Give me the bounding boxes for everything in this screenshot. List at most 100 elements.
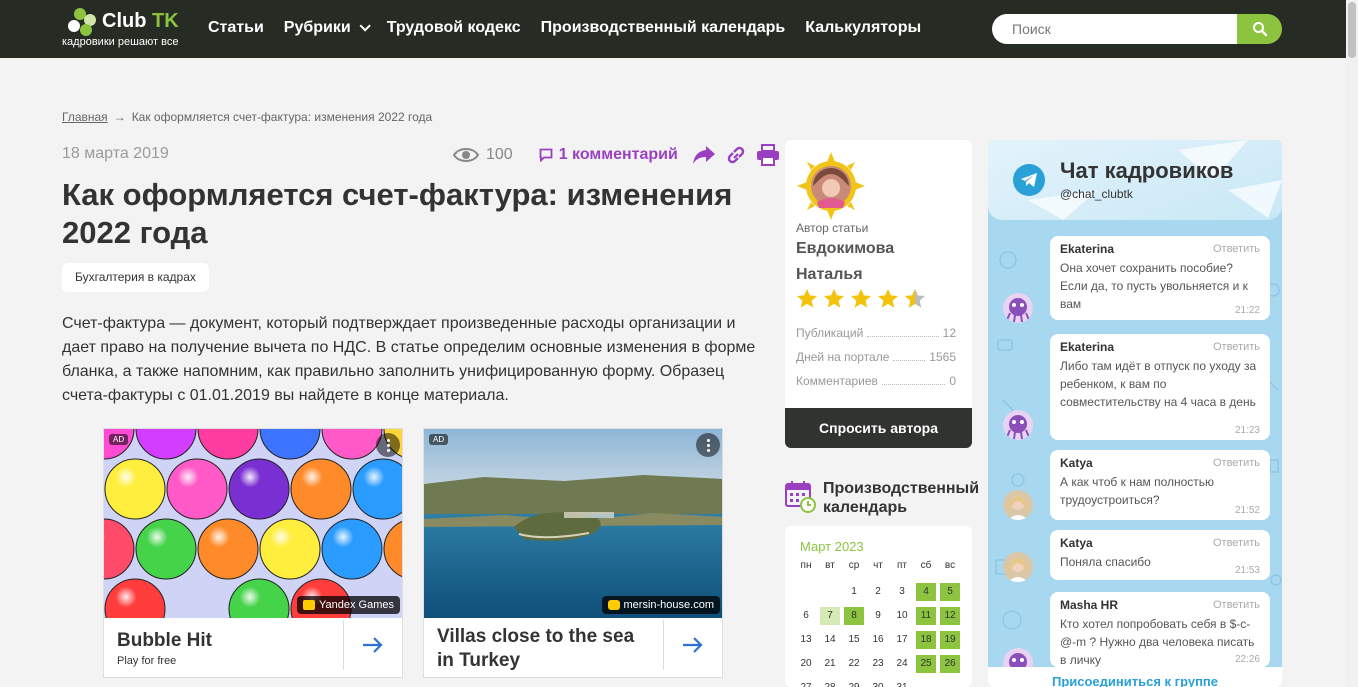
star-icon [797,289,817,308]
chat-title: Чат кадровиков [1060,158,1234,183]
calendar-day[interactable]: 13 [796,631,816,649]
ad-card-bubble-hit[interactable]: AD Yandex Games Bubble Hit Play for free [103,428,403,678]
calendar-day[interactable]: 27 [796,679,816,687]
calendar-day[interactable]: 21 [820,655,840,673]
telegram-chat-widget: Чат кадровиков @chat_clubtk Ekaterina От… [988,140,1282,687]
calendar-day[interactable]: 28 [820,679,840,687]
search-input[interactable] [992,14,1238,44]
calendar-day[interactable]: 3 [892,583,912,601]
author-card: Автор статьи Евдокимова Наталья Публикац… [785,140,972,448]
ad-subtitle: Play for free [117,655,177,667]
breadcrumb-home-link[interactable]: Главная [62,110,108,124]
calendar-weekday: ср [848,560,860,571]
calendar-day[interactable]: 20 [796,655,816,673]
site-logo[interactable]: Club TK кадровики решают все [62,6,192,52]
nav-calculators[interactable]: Калькуляторы [805,19,921,37]
breadcrumb-arrow: → [113,110,126,124]
calendar-day[interactable]: 10 [892,607,912,625]
nav-articles[interactable]: Статьи [208,19,264,37]
reply-link[interactable]: Ответить [1213,457,1260,469]
calendar-day[interactable]: 31 [892,679,912,687]
search-icon [1252,22,1267,37]
reply-link[interactable]: Ответить [1213,243,1260,255]
ask-author-button[interactable]: Спросить автора [785,408,972,448]
calendar-day[interactable]: 11 [916,607,936,625]
logo-tagline: кадровики решают все [62,36,179,48]
article-meta: 100 1 комментарий [452,142,780,168]
calendar-day[interactable]: 4 [916,583,936,601]
calendar-day[interactable]: 26 [940,655,960,673]
breadcrumb: Главная → Как оформляется счет-фактура: из… [62,110,432,124]
reply-link[interactable]: Ответить [1213,341,1260,353]
scrollbar-thumb[interactable] [1348,2,1356,58]
chat-header[interactable]: Чат кадровиков @chat_clubtk [988,140,1282,220]
calendar-weekday: сб [920,560,932,571]
chat-message-time: 21:52 [1234,505,1260,516]
calendar-heading: Производственный календарь [785,478,979,518]
ad-source: Yandex Games [296,596,400,614]
chat-handle: @chat_clubtk [1060,187,1133,201]
calendar-day[interactable]: 6 [796,607,816,625]
calendar-day[interactable]: 16 [868,631,888,649]
reply-link[interactable]: Ответить [1213,599,1260,611]
more-options-icon[interactable] [376,433,400,457]
print-icon[interactable] [756,144,780,166]
ad-source: mersin-house.com [601,596,720,614]
nav-rubrics-label: Рубрики [283,19,351,36]
calendar-weekday: чт [873,560,883,571]
half-star-icon [905,289,925,308]
category-tag[interactable]: Бухгалтерия в кадрах [62,263,209,292]
stat-days: Дней на портале 1565 [796,350,956,364]
calendar-day[interactable]: 22 [844,655,864,673]
chat-message[interactable]: Ekaterina Ответить Она хочет сохранить п… [1050,236,1270,320]
nav-production-calendar[interactable]: Производственный календарь [541,19,786,37]
calendar-title[interactable]: Производственный календарь [823,479,983,517]
calendar-day[interactable]: 19 [940,631,960,649]
stat-comments: Комментариев 0 [796,374,956,388]
calendar-weekday: вс [944,560,956,571]
reply-link[interactable]: Ответить [1213,537,1260,549]
more-options-icon[interactable] [696,433,720,457]
calendar-day[interactable]: 2 [868,583,888,601]
chevron-down-icon [359,20,371,32]
calendar-day[interactable]: 7 [820,607,840,625]
calendar-day[interactable]: 8 [844,607,864,625]
join-group-link[interactable]: Присоединиться к группе [988,667,1282,687]
calendar-day[interactable]: 25 [916,655,936,673]
calendar-day[interactable]: 30 [868,679,888,687]
link-icon[interactable] [724,144,748,166]
ad-card-villas[interactable]: AD mersin-house.com Villas close to the … [423,428,723,678]
article-actions [692,144,780,166]
calendar-day[interactable]: 9 [868,607,888,625]
author-name[interactable]: Евдокимова Наталья [796,236,956,288]
nav-rubrics[interactable]: Рубрики [283,19,371,37]
calendar-day[interactable]: 5 [940,583,960,601]
calendar-day[interactable]: 17 [892,631,912,649]
calendar-day[interactable]: 14 [820,631,840,649]
page-scrollbar[interactable] [1346,0,1358,687]
calendar-day[interactable]: 15 [844,631,864,649]
article-date: 18 марта 2019 [62,145,169,162]
chat-message[interactable]: Katya Ответить А как чтоб к нам полность… [1050,450,1270,520]
nav-labor-code[interactable]: Трудовой кодекс [387,19,521,37]
comments-link[interactable]: 1 комментарий [539,146,678,164]
coins-icon [607,600,620,610]
chat-message[interactable]: Masha HR Ответить Кто хотел попробовать … [1050,592,1270,667]
calendar-day[interactable]: 29 [844,679,864,687]
avatar[interactable] [795,150,867,222]
chat-message[interactable]: Katya Ответить Поняла спасибо 21:53 [1050,530,1270,580]
calendar-day[interactable]: 12 [940,607,960,625]
share-icon[interactable] [692,144,716,166]
search-button[interactable] [1237,14,1282,44]
calendar-day[interactable]: 1 [844,583,864,601]
calendar-day[interactable]: 24 [892,655,912,673]
calendar-day[interactable]: 18 [916,631,936,649]
calendar-day[interactable]: 23 [868,655,888,673]
views-count: 100 [486,146,513,163]
coast-image [424,429,722,618]
arrow-right-icon[interactable] [362,636,384,654]
arrow-right-icon[interactable] [682,636,704,654]
chat-message-text: А как чтоб к нам полностью трудоустроить… [1060,475,1215,507]
chat-message[interactable]: Ekaterina Ответить Либо там идёт в отпус… [1050,334,1270,440]
ad-divider [343,620,344,670]
